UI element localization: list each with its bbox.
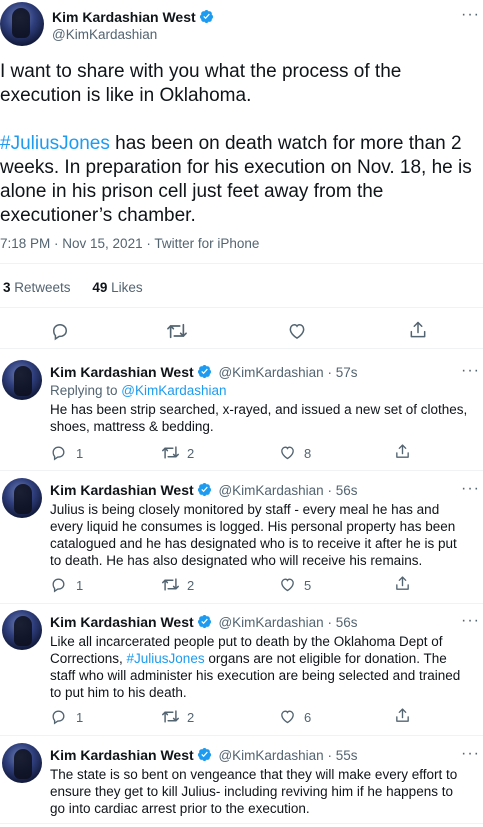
reply-author-name[interactable]: Kim Kardashian West <box>50 364 194 380</box>
verified-badge-icon <box>197 364 212 379</box>
reply-time[interactable]: · 56s <box>324 483 357 498</box>
reply-text: Like all incarcerated people put to deat… <box>50 633 470 701</box>
retweet-count: 2 <box>187 710 195 725</box>
share-icon[interactable] <box>394 575 411 592</box>
share-icon[interactable] <box>408 320 428 340</box>
reply-header: Kim Kardashian West @KimKardashian · 56s <box>50 482 470 498</box>
retweet-icon[interactable] <box>161 708 180 725</box>
share-icon[interactable] <box>394 443 411 460</box>
verified-badge-icon <box>197 614 212 629</box>
reply-avatar[interactable] <box>2 743 42 783</box>
divider <box>0 470 483 471</box>
share-icon[interactable] <box>394 707 411 724</box>
more-options-icon[interactable]: ··· <box>461 745 480 763</box>
retweet-icon[interactable] <box>161 576 180 593</box>
divider <box>0 603 483 604</box>
reply-handle[interactable]: @KimKardashian <box>218 615 323 630</box>
divider <box>0 735 483 736</box>
divider <box>0 307 483 308</box>
hashtag-link[interactable]: #JuliusJones <box>127 651 205 666</box>
more-options-icon[interactable]: ··· <box>461 480 480 498</box>
like-icon[interactable] <box>287 321 307 341</box>
reply-author-name[interactable]: Kim Kardashian West <box>50 747 194 763</box>
like-count: 5 <box>304 578 312 593</box>
replying-to-handle[interactable]: @KimKardashian <box>121 383 226 398</box>
author-name-row[interactable]: Kim Kardashian West <box>52 9 214 27</box>
reply-count: 1 <box>76 578 84 593</box>
reply-text: He has been strip searched, x-rayed, and… <box>50 402 468 434</box>
reply-text: The state is so bent on vengeance that t… <box>50 767 458 816</box>
engagement-stats: 3 Retweets 49 Likes <box>3 280 143 295</box>
author-name[interactable]: Kim Kardashian West <box>52 9 196 25</box>
reply-handle[interactable]: @KimKardashian <box>218 365 323 380</box>
like-icon[interactable] <box>279 708 296 725</box>
retweet-icon[interactable] <box>161 444 180 461</box>
more-options-icon[interactable]: ··· <box>461 612 480 630</box>
reply-handle[interactable]: @KimKardashian <box>218 483 323 498</box>
verified-badge-icon <box>197 482 212 497</box>
reply-author-name[interactable]: Kim Kardashian West <box>50 614 194 630</box>
replying-to: Replying to @KimKardashian <box>50 383 227 398</box>
like-icon[interactable] <box>279 444 296 461</box>
reply-icon[interactable] <box>50 321 70 341</box>
reply-handle[interactable]: @KimKardashian <box>218 748 323 763</box>
reply-text: Julius is being closely monitored by sta… <box>50 502 457 568</box>
reply-header: Kim Kardashian West @KimKardashian · 57s <box>50 364 470 380</box>
like-icon[interactable] <box>279 576 296 593</box>
likes-stat[interactable]: 49 Likes <box>92 280 142 295</box>
divider <box>0 348 483 349</box>
tweet-text-paragraph-1: I want to share with you what the proces… <box>0 61 402 106</box>
reply-time[interactable]: · 55s <box>324 748 357 763</box>
reply-time[interactable]: · 56s <box>324 615 357 630</box>
divider <box>0 823 483 824</box>
retweets-count: 3 <box>3 280 11 295</box>
avatar[interactable] <box>0 2 44 46</box>
more-options-icon[interactable]: ··· <box>461 6 480 24</box>
retweets-label: Retweets <box>10 280 71 295</box>
reply-avatar[interactable] <box>2 610 42 650</box>
reply-icon[interactable] <box>50 444 67 461</box>
verified-badge-icon <box>199 9 214 24</box>
retweets-stat[interactable]: 3 Retweets <box>3 280 71 295</box>
tweet-text-paragraph-2: #JuliusJones has been on death watch for… <box>0 132 476 228</box>
more-options-icon[interactable]: ··· <box>461 362 480 380</box>
author-handle[interactable]: @KimKardashian <box>52 27 157 42</box>
likes-count: 49 <box>92 280 108 295</box>
retweet-icon[interactable] <box>166 321 188 341</box>
reply-icon[interactable] <box>50 708 67 725</box>
retweet-count: 2 <box>187 446 195 461</box>
divider <box>0 263 483 264</box>
reply-time[interactable]: · 57s <box>324 365 357 380</box>
tweet-timestamp[interactable]: 7:18 PM · Nov 15, 2021 · Twitter for iPh… <box>0 236 259 251</box>
reply-author-name[interactable]: Kim Kardashian West <box>50 482 194 498</box>
likes-label: Likes <box>107 280 143 295</box>
reply-count: 1 <box>76 710 84 725</box>
reply-header: Kim Kardashian West @KimKardashian · 55s <box>50 747 470 763</box>
verified-badge-icon <box>197 747 212 762</box>
reply-header: Kim Kardashian West @KimKardashian · 56s <box>50 614 470 630</box>
retweet-count: 2 <box>187 578 195 593</box>
like-count: 6 <box>304 710 312 725</box>
reply-avatar[interactable] <box>2 360 42 400</box>
reply-count: 1 <box>76 446 84 461</box>
reply-avatar[interactable] <box>2 478 42 518</box>
hashtag-link[interactable]: #JuliusJones <box>0 133 110 154</box>
like-count: 8 <box>304 446 312 461</box>
reply-icon[interactable] <box>50 576 67 593</box>
replying-to-label: Replying to <box>50 383 122 398</box>
